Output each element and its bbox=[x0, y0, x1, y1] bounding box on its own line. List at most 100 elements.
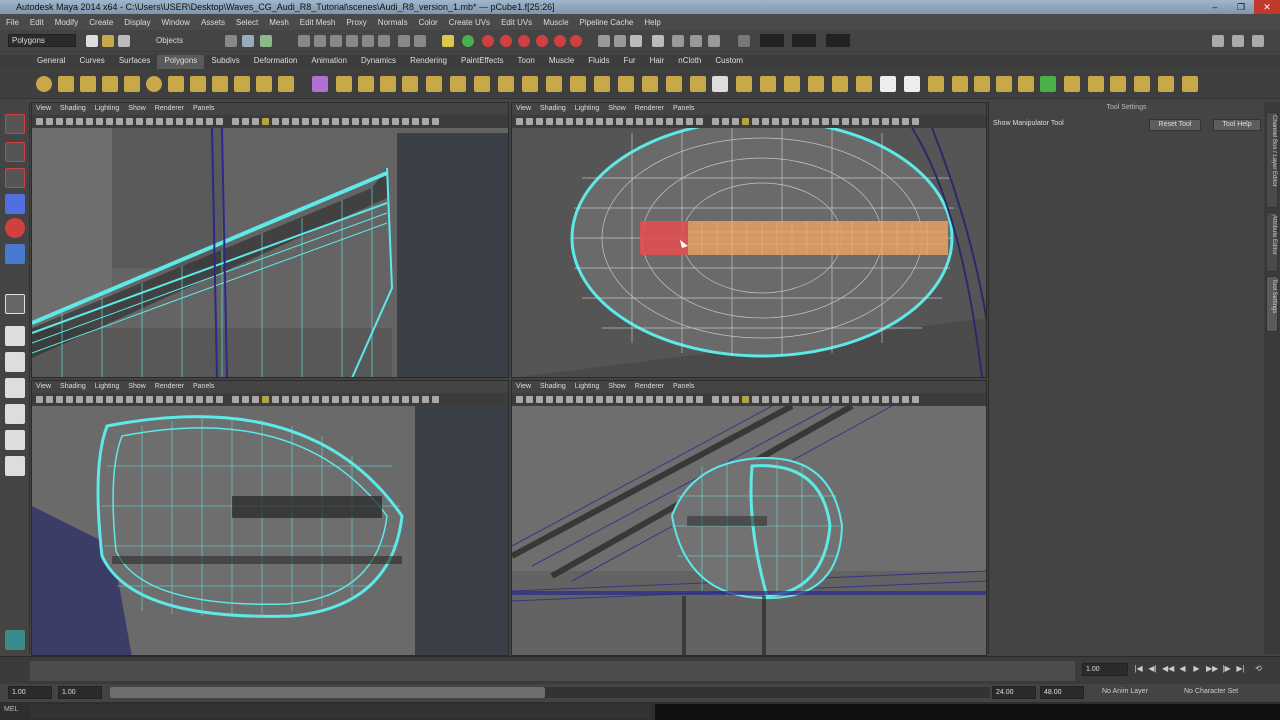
panel-tool-icon[interactable] bbox=[36, 118, 43, 125]
snap-plane-icon[interactable] bbox=[346, 35, 358, 47]
maximize-button[interactable]: ❐ bbox=[1228, 0, 1254, 14]
tab-fur[interactable]: Fur bbox=[617, 55, 643, 69]
play-backwards-icon[interactable]: ◀ bbox=[1178, 664, 1187, 674]
tab-polygons[interactable]: Polygons bbox=[157, 55, 205, 69]
panel-tool-icon[interactable] bbox=[232, 396, 239, 403]
panel-menu-renderer[interactable]: Renderer bbox=[155, 381, 184, 393]
panel-tool-icon[interactable] bbox=[262, 396, 269, 403]
panel-tool-icon[interactable] bbox=[596, 396, 603, 403]
panel-tool-icon[interactable] bbox=[252, 118, 259, 125]
panel-tool-icon[interactable] bbox=[392, 396, 399, 403]
panel-tool-icon[interactable] bbox=[302, 118, 309, 125]
normalize-icon[interactable] bbox=[1134, 76, 1150, 92]
panel-menu-lighting[interactable]: Lighting bbox=[95, 103, 120, 115]
panel-tool-icon[interactable] bbox=[606, 396, 613, 403]
tab-animation[interactable]: Animation bbox=[304, 55, 354, 69]
panel-menu-show[interactable]: Show bbox=[128, 103, 146, 115]
panel-tool-icon[interactable] bbox=[312, 396, 319, 403]
numeric-input-field-1[interactable] bbox=[760, 34, 784, 47]
menu-mesh[interactable]: Mesh bbox=[269, 18, 289, 27]
append-icon[interactable] bbox=[594, 76, 610, 92]
poly-soccer-icon[interactable] bbox=[256, 76, 272, 92]
persp-layout-icon[interactable] bbox=[5, 326, 25, 346]
tool-help-button[interactable]: Tool Help bbox=[1213, 119, 1261, 131]
open-scene-icon[interactable] bbox=[102, 35, 114, 47]
panel-tool-icon[interactable] bbox=[676, 118, 683, 125]
panel-tool-icon[interactable] bbox=[156, 396, 163, 403]
menu-pipeline-cache[interactable]: Pipeline Cache bbox=[580, 18, 634, 27]
numeric-input-field-3[interactable] bbox=[826, 34, 850, 47]
tab-attribute-editor[interactable]: Attribute Editor bbox=[1266, 212, 1278, 272]
input-line-icon[interactable] bbox=[598, 35, 610, 47]
bridge-icon[interactable] bbox=[570, 76, 586, 92]
custom-layout-icon[interactable] bbox=[5, 456, 25, 476]
panel-tool-icon[interactable] bbox=[372, 396, 379, 403]
step-forward-key-icon[interactable]: ▶▶ bbox=[1206, 664, 1218, 674]
panel-tool-icon[interactable] bbox=[822, 118, 829, 125]
panel-tool-icon[interactable] bbox=[762, 396, 769, 403]
panel-tool-icon[interactable] bbox=[46, 118, 53, 125]
panel-tool-icon[interactable] bbox=[146, 396, 153, 403]
tab-deformation[interactable]: Deformation bbox=[247, 55, 305, 69]
panel-tool-icon[interactable] bbox=[832, 396, 839, 403]
tab-curves[interactable]: Curves bbox=[72, 55, 111, 69]
panel-tool-icon[interactable] bbox=[382, 118, 389, 125]
layout-uv-icon[interactable] bbox=[1064, 76, 1080, 92]
panel-tool-icon[interactable] bbox=[372, 118, 379, 125]
menu-create-uvs[interactable]: Create UVs bbox=[449, 18, 490, 27]
viewport-canvas[interactable] bbox=[512, 128, 986, 377]
selection-mode-label[interactable]: Objects bbox=[156, 36, 183, 45]
snap-point-icon[interactable] bbox=[330, 35, 342, 47]
grid-toggle-icon[interactable] bbox=[614, 35, 626, 47]
poly-pipe-icon[interactable] bbox=[212, 76, 228, 92]
panel-menu-show[interactable]: Show bbox=[128, 381, 146, 393]
smooth-icon[interactable] bbox=[402, 76, 418, 92]
merge-icon[interactable] bbox=[760, 76, 776, 92]
render-settings-icon[interactable] bbox=[518, 35, 530, 47]
character-set-dropdown[interactable]: No Character Set bbox=[1184, 688, 1238, 695]
panel-tool-icon[interactable] bbox=[616, 396, 623, 403]
panel-tool-icon[interactable] bbox=[742, 396, 749, 403]
panel-tool-icon[interactable] bbox=[646, 118, 653, 125]
viewport-bottom-right[interactable]: View Shading Lighting Show Renderer Pane… bbox=[511, 380, 987, 656]
panel-tool-icon[interactable] bbox=[712, 118, 719, 125]
uv-editor-icon[interactable] bbox=[928, 76, 944, 92]
triangulate-icon[interactable] bbox=[498, 76, 514, 92]
panel-menu-show[interactable]: Show bbox=[608, 381, 626, 393]
panel-tool-icon[interactable] bbox=[292, 118, 299, 125]
display-layout-icon[interactable] bbox=[1232, 35, 1244, 47]
step-back-key-icon[interactable]: ◀◀ bbox=[1162, 664, 1174, 674]
panel-tool-icon[interactable] bbox=[576, 396, 583, 403]
panel-tool-icon[interactable] bbox=[792, 118, 799, 125]
panel-tool-icon[interactable] bbox=[752, 396, 759, 403]
panel-tool-icon[interactable] bbox=[882, 118, 889, 125]
panel-tool-icon[interactable] bbox=[812, 396, 819, 403]
panel-tool-icon[interactable] bbox=[106, 396, 113, 403]
panel-tool-icon[interactable] bbox=[432, 118, 439, 125]
scale-tool-icon[interactable] bbox=[5, 244, 25, 264]
panel-tool-icon[interactable] bbox=[322, 396, 329, 403]
panel-tool-icon[interactable] bbox=[732, 118, 739, 125]
panel-tool-icon[interactable] bbox=[302, 396, 309, 403]
viewport-top-left[interactable]: View Shading Lighting Show Renderer Pane… bbox=[31, 102, 509, 378]
auto-map-icon[interactable] bbox=[1018, 76, 1034, 92]
panel-tool-icon[interactable] bbox=[656, 118, 663, 125]
panel-menu-lighting[interactable]: Lighting bbox=[575, 103, 600, 115]
panel-tool-icon[interactable] bbox=[412, 118, 419, 125]
panel-menu-shading[interactable]: Shading bbox=[540, 103, 566, 115]
tab-painteffects[interactable]: PaintEffects bbox=[454, 55, 511, 69]
tab-channel-box[interactable]: Channel Box / Layer Editor bbox=[1266, 112, 1278, 208]
tab-muscle[interactable]: Muscle bbox=[542, 55, 581, 69]
panel-tool-icon[interactable] bbox=[342, 118, 349, 125]
panel-tool-icon[interactable] bbox=[742, 118, 749, 125]
numeric-input-field-2[interactable] bbox=[792, 34, 816, 47]
loop-icon[interactable]: ⟲ bbox=[1254, 664, 1263, 674]
panel-tool-icon[interactable] bbox=[66, 118, 73, 125]
snap-grid-icon[interactable] bbox=[298, 35, 310, 47]
snap-view-icon[interactable] bbox=[378, 35, 390, 47]
panel-tool-icon[interactable] bbox=[852, 396, 859, 403]
persp-graph-icon[interactable] bbox=[5, 404, 25, 424]
menu-create[interactable]: Create bbox=[89, 18, 113, 27]
panel-tool-icon[interactable] bbox=[772, 118, 779, 125]
panel-tool-icon[interactable] bbox=[722, 396, 729, 403]
